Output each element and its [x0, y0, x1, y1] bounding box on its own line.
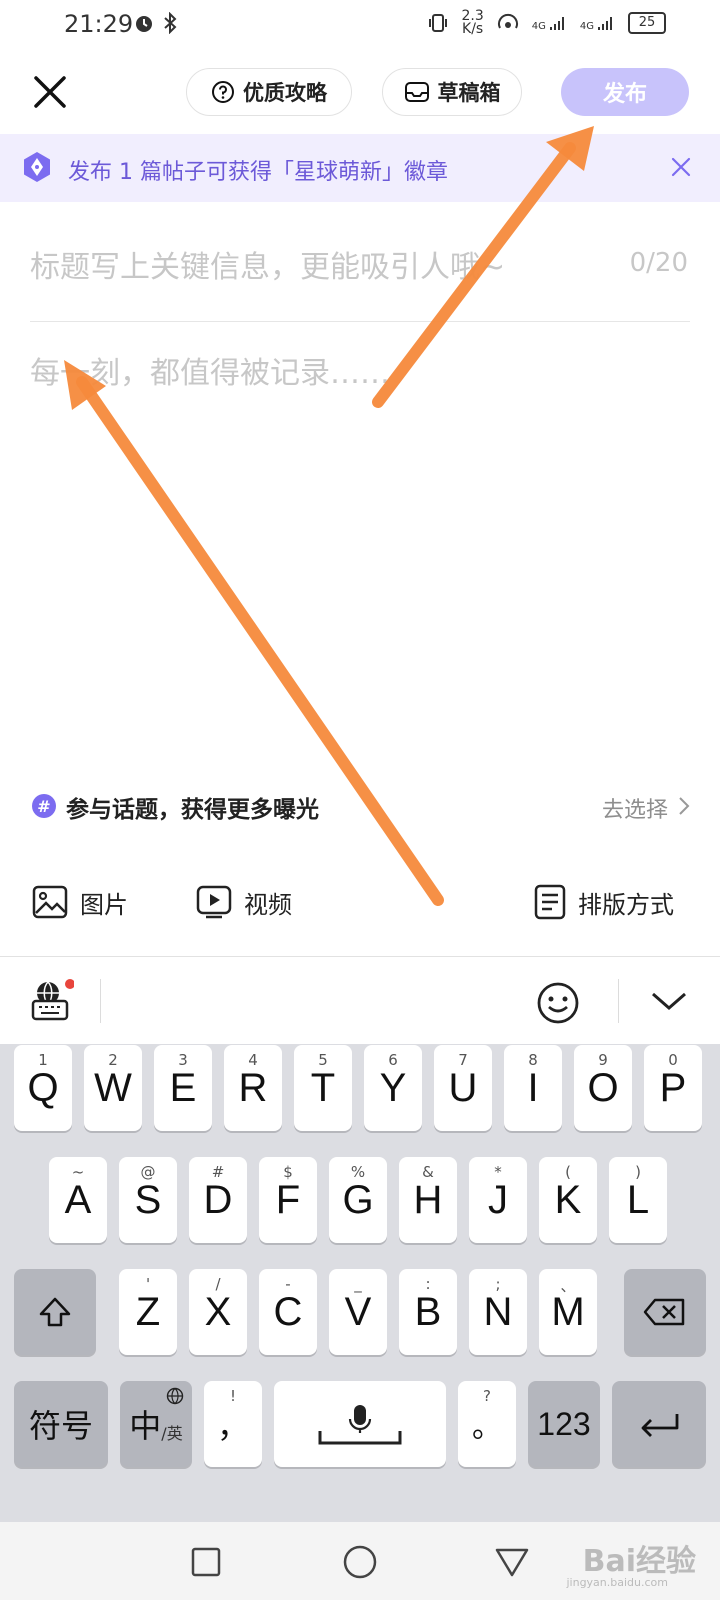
numbers-key[interactable]: 123 — [528, 1381, 600, 1467]
key-x[interactable]: / X — [189, 1269, 247, 1355]
layout-label: 排版方式 — [578, 890, 674, 919]
key-o[interactable]: 9O — [574, 1045, 632, 1131]
home-icon[interactable] — [342, 1544, 378, 1580]
backspace-icon — [643, 1298, 685, 1326]
symbols-label: 符号 — [28, 1407, 93, 1445]
vibrate-icon — [429, 14, 448, 32]
watermark: Bai经验 — [582, 1544, 696, 1579]
key-t[interactable]: 5T — [294, 1045, 352, 1131]
publish-button[interactable]: 发布 — [561, 68, 689, 116]
key-b[interactable]: :B — [399, 1269, 457, 1355]
title-input[interactable]: 标题写上关键信息，更能吸引人哦~ — [30, 242, 505, 286]
image-button[interactable]: 图片 — [32, 884, 128, 920]
globe-icon — [166, 1387, 184, 1405]
key-l[interactable]: ) L — [609, 1157, 667, 1243]
microphone-icon — [318, 1405, 402, 1445]
hashtag-icon: # — [32, 794, 56, 818]
signal-1: 4G — [532, 14, 568, 32]
separator — [618, 979, 619, 1023]
comma-key[interactable]: !， — [204, 1381, 262, 1467]
recent-apps-icon[interactable] — [190, 1546, 222, 1578]
key-f[interactable]: $ F — [259, 1157, 317, 1243]
key-v[interactable]: _ V — [329, 1269, 387, 1355]
period-key[interactable]: ?。 — [458, 1381, 516, 1467]
key-k[interactable]: (K — [539, 1157, 597, 1243]
battery-indicator: 25 — [628, 12, 666, 34]
key-e[interactable]: 3E — [154, 1045, 212, 1131]
badge-icon — [24, 152, 50, 182]
key-h[interactable]: & H — [399, 1157, 457, 1243]
image-icon — [32, 885, 68, 919]
back-icon[interactable] — [494, 1546, 530, 1578]
numbers-label: 123 — [537, 1405, 591, 1442]
watermark-url: jingyan.baidu.com — [566, 1576, 668, 1589]
key-y[interactable]: 6Y — [364, 1045, 422, 1131]
drafts-label: 草稿箱 — [437, 81, 501, 105]
key-q[interactable]: 1Q — [14, 1045, 72, 1131]
drafts-button[interactable]: 草稿箱 — [382, 68, 522, 116]
topic-select-button[interactable]: 去选择 — [602, 792, 668, 824]
body-input[interactable]: 每一刻，都值得被记录…… — [30, 348, 390, 392]
chevron-down-icon[interactable] — [650, 991, 688, 1013]
signal-2: 4G — [580, 14, 616, 32]
signal-icon — [549, 17, 564, 30]
keyboard: 1Q 2W 3E 4R 5T 6Y 7U 8I 9O 0P ~ A @ S # D $… — [0, 1044, 720, 1522]
bluetooth-icon — [164, 12, 177, 34]
enter-icon — [641, 1414, 679, 1437]
keyboard-settings-icon[interactable] — [30, 979, 74, 1023]
banner-text: 发布 1 篇帖子可获得「星球萌新」徽章 — [68, 160, 448, 185]
separator — [100, 979, 101, 1023]
key-a[interactable]: ~ A — [49, 1157, 107, 1243]
title-counter: 0/20 — [629, 248, 688, 278]
video-button[interactable]: 视频 — [196, 884, 292, 920]
emoji-icon[interactable] — [536, 981, 580, 1025]
topic-label: 参与话题，获得更多曝光 — [66, 797, 319, 823]
lang-main: 中 — [129, 1407, 162, 1445]
key-g[interactable]: % G — [329, 1157, 387, 1243]
divider — [30, 321, 690, 322]
key-j[interactable]: * J — [469, 1157, 527, 1243]
image-label: 图片 — [80, 890, 128, 919]
close-banner-icon[interactable] — [668, 154, 694, 180]
key-z[interactable]: ' Z — [119, 1269, 177, 1355]
top-bar: 优质攻略 草稿箱 发布 — [0, 48, 720, 134]
key-p[interactable]: 0P — [644, 1045, 702, 1131]
layout-button[interactable]: 排版方式 — [534, 884, 674, 920]
video-label: 视频 — [244, 890, 292, 919]
status-bar: 21:29 2.3 K/s 4G 4G 25 — [0, 0, 720, 48]
key-s[interactable]: @ S — [119, 1157, 177, 1243]
key-r[interactable]: 4R — [224, 1045, 282, 1131]
space-key[interactable] — [274, 1381, 446, 1467]
close-icon[interactable] — [28, 70, 72, 114]
key-u[interactable]: 7U — [434, 1045, 492, 1131]
shift-key[interactable] — [14, 1269, 96, 1355]
net-speed: 2.3 K/s — [461, 8, 484, 37]
key-w[interactable]: 2W — [84, 1045, 142, 1131]
guide-label: 优质攻略 — [243, 81, 327, 105]
help-icon — [212, 81, 234, 103]
key-i[interactable]: 8I — [504, 1045, 562, 1131]
lang-sub: /英 — [161, 1424, 183, 1443]
hotspot-icon — [497, 13, 518, 29]
badge-banner: 发布 1 篇帖子可获得「星球萌新」徽章 — [0, 134, 720, 202]
alarm-icon — [136, 16, 152, 32]
shift-icon — [39, 1297, 71, 1327]
navigation-bar: Bai经验 jingyan.baidu.com — [0, 1522, 720, 1600]
backspace-key[interactable] — [624, 1269, 706, 1355]
symbols-key[interactable]: 符号 — [14, 1381, 108, 1467]
layout-icon — [534, 884, 566, 920]
key-m[interactable]: 、 M — [539, 1269, 597, 1355]
video-icon — [196, 885, 232, 919]
signal-icon — [598, 17, 612, 30]
keyboard-toolbar — [0, 956, 720, 1045]
key-n[interactable]: ; N — [469, 1269, 527, 1355]
key-c[interactable]: -C — [259, 1269, 317, 1355]
language-key[interactable]: 中/英 — [120, 1381, 192, 1467]
chevron-right-icon — [679, 797, 690, 815]
key-d[interactable]: # D — [189, 1157, 247, 1243]
enter-key[interactable] — [612, 1381, 706, 1467]
guide-button[interactable]: 优质攻略 — [186, 68, 352, 116]
inbox-icon — [404, 82, 429, 102]
status-time: 21:29 — [64, 10, 134, 38]
